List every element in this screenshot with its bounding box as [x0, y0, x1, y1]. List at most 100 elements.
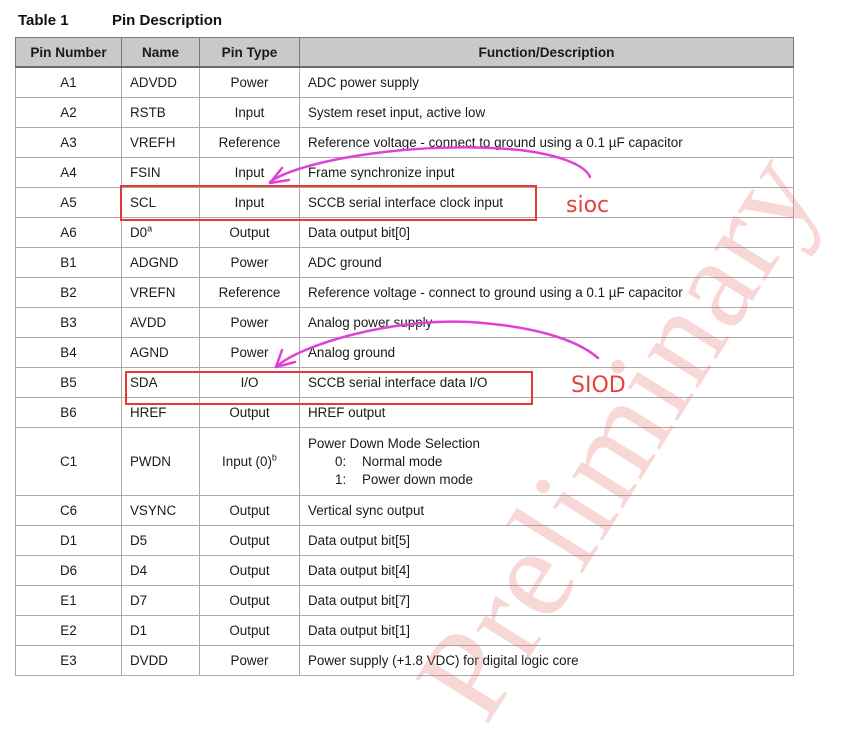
cell-description: ADC ground	[299, 247, 794, 278]
cell-name-text: AVDD	[130, 315, 167, 330]
cell-pin-type: Output	[199, 585, 300, 616]
table-number: Table 1	[18, 11, 69, 29]
cell-pin-number: C6	[15, 495, 122, 526]
cell-name: ADVDD	[121, 66, 200, 98]
table-header-row: Pin Number Name Pin Type Function/Descri…	[15, 37, 794, 68]
header-name: Name	[121, 37, 200, 68]
table-row: B5 SDA I/O SCCB serial interface data I/O	[15, 367, 794, 398]
cell-pin-number: D1	[15, 525, 122, 556]
cell-name-text: D7	[130, 593, 148, 608]
cell-name-text: RSTB	[130, 105, 166, 120]
cell-description: Data output bit[0]	[299, 217, 794, 248]
cell-pin-number: A6	[15, 217, 122, 248]
cell-name: D4	[121, 555, 200, 586]
footnote-marker: b	[271, 452, 277, 463]
cell-pin-number: A1	[15, 66, 122, 98]
mode-option-key: 0:	[335, 453, 347, 469]
table-body: A1 ADVDD Power ADC power supply A2 RSTB Input S…	[15, 66, 794, 676]
cell-name-text: AGND	[130, 345, 169, 360]
cell-pin-type-text: Reference	[218, 135, 281, 150]
cell-pin-number: A4	[15, 157, 122, 188]
cell-pin-type: Input (0)b	[199, 427, 300, 496]
cell-name-text: HREF	[130, 405, 167, 420]
cell-name: VREFN	[121, 277, 200, 308]
cell-name: PWDN	[121, 427, 200, 496]
header-function-description: Function/Description	[299, 37, 794, 68]
cell-pin-type: Output	[199, 555, 300, 586]
cell-name: VSYNC	[121, 495, 200, 526]
cell-description: Vertical sync output	[299, 495, 794, 526]
cell-pin-number: B1	[15, 247, 122, 278]
cell-pin-number: C1	[15, 427, 122, 496]
cell-name-text: D0	[130, 225, 148, 240]
cell-name-text: VSYNC	[130, 503, 177, 518]
cell-pin-type: Power	[199, 307, 300, 338]
table-row: C1 PWDN Input (0)b Power Down Mode Selectio…	[15, 427, 794, 496]
table-row: E1 D7 Output Data output bit[7]	[15, 585, 794, 616]
cell-description: Reference voltage - connect to ground us…	[299, 277, 794, 308]
cell-pin-type: Output	[199, 495, 300, 526]
cell-pin-number: D6	[15, 555, 122, 586]
cell-pin-number: A2	[15, 97, 122, 128]
cell-pin-type-text: Power	[230, 315, 269, 330]
table-row: D1 D5 Output Data output bit[5]	[15, 525, 794, 556]
cell-pin-number: E3	[15, 645, 122, 676]
table-caption: Table 1 Pin Description	[18, 10, 222, 30]
cell-pin-type: Reference	[199, 277, 300, 308]
cell-pin-type: Output	[199, 615, 300, 646]
mode-option-text: Normal mode	[362, 453, 443, 469]
table-row: A2 RSTB Input System reset input, active lo…	[15, 97, 794, 128]
cell-pin-type-text: I/O	[240, 375, 259, 390]
cell-name-text: DVDD	[130, 653, 168, 668]
table-row: A1 ADVDD Power ADC power supply	[15, 66, 794, 98]
table-row: A6 D0a Output Data output bit[0]	[15, 217, 794, 248]
cell-description: SCCB serial interface clock input	[299, 187, 794, 218]
cell-description: Reference voltage - connect to ground us…	[299, 127, 794, 158]
table-row: B1 ADGND Power ADC ground	[15, 247, 794, 278]
cell-pin-type: Input	[199, 97, 300, 128]
cell-description: System reset input, active low	[299, 97, 794, 128]
cell-pin-type: Power	[199, 247, 300, 278]
cell-pin-type: Output	[199, 217, 300, 248]
cell-name: D7	[121, 585, 200, 616]
header-pin-number: Pin Number	[15, 37, 122, 68]
table-row: B3 AVDD Power Analog power supply	[15, 307, 794, 338]
cell-pin-type-text: Power	[230, 255, 269, 270]
cell-pin-type-text: Output	[229, 563, 270, 578]
mode-option-text: Power down mode	[362, 471, 473, 487]
description-heading: Power Down Mode Selection	[308, 435, 480, 451]
table-row: D6 D4 Output Data output bit[4]	[15, 555, 794, 586]
cell-pin-number: B6	[15, 397, 122, 428]
cell-pin-type: Output	[199, 397, 300, 428]
table-row: E2 D1 Output Data output bit[1]	[15, 615, 794, 646]
table-row: C6 VSYNC Output Vertical sync output	[15, 495, 794, 526]
cell-name: AVDD	[121, 307, 200, 338]
table-row: A4 FSIN Input Frame synchronize input	[15, 157, 794, 188]
cell-description: Frame synchronize input	[299, 157, 794, 188]
cell-pin-type: Reference	[199, 127, 300, 158]
cell-pin-type-text: Input	[234, 105, 265, 120]
cell-description: ADC power supply	[299, 66, 794, 98]
footnote-marker: a	[147, 223, 153, 234]
cell-name: D0a	[121, 217, 200, 248]
cell-name-text: VREFN	[130, 285, 176, 300]
cell-pin-type-text: Power	[230, 75, 269, 90]
cell-name: AGND	[121, 337, 200, 368]
cell-name: ADGND	[121, 247, 200, 278]
cell-pin-number: E2	[15, 615, 122, 646]
table-title: Pin Description	[112, 11, 223, 29]
mode-option-key: 1:	[335, 471, 347, 487]
cell-name: VREFH	[121, 127, 200, 158]
cell-pin-type: Input	[199, 187, 300, 218]
cell-description: Analog ground	[299, 337, 794, 368]
cell-pin-type: Power	[199, 66, 300, 98]
cell-pin-type-text: Output	[229, 503, 270, 518]
cell-pin-type-text: Reference	[218, 285, 281, 300]
cell-pin-type: I/O	[199, 367, 300, 398]
table-row: A5 SCL Input SCCB serial interface clock in…	[15, 187, 794, 218]
cell-description: Data output bit[1]	[299, 615, 794, 646]
cell-name-text: D1	[130, 623, 148, 638]
cell-description: Analog power supply	[299, 307, 794, 338]
cell-name-text: D5	[130, 533, 148, 548]
table-row: A3 VREFH Reference Reference voltage - conn…	[15, 127, 794, 158]
